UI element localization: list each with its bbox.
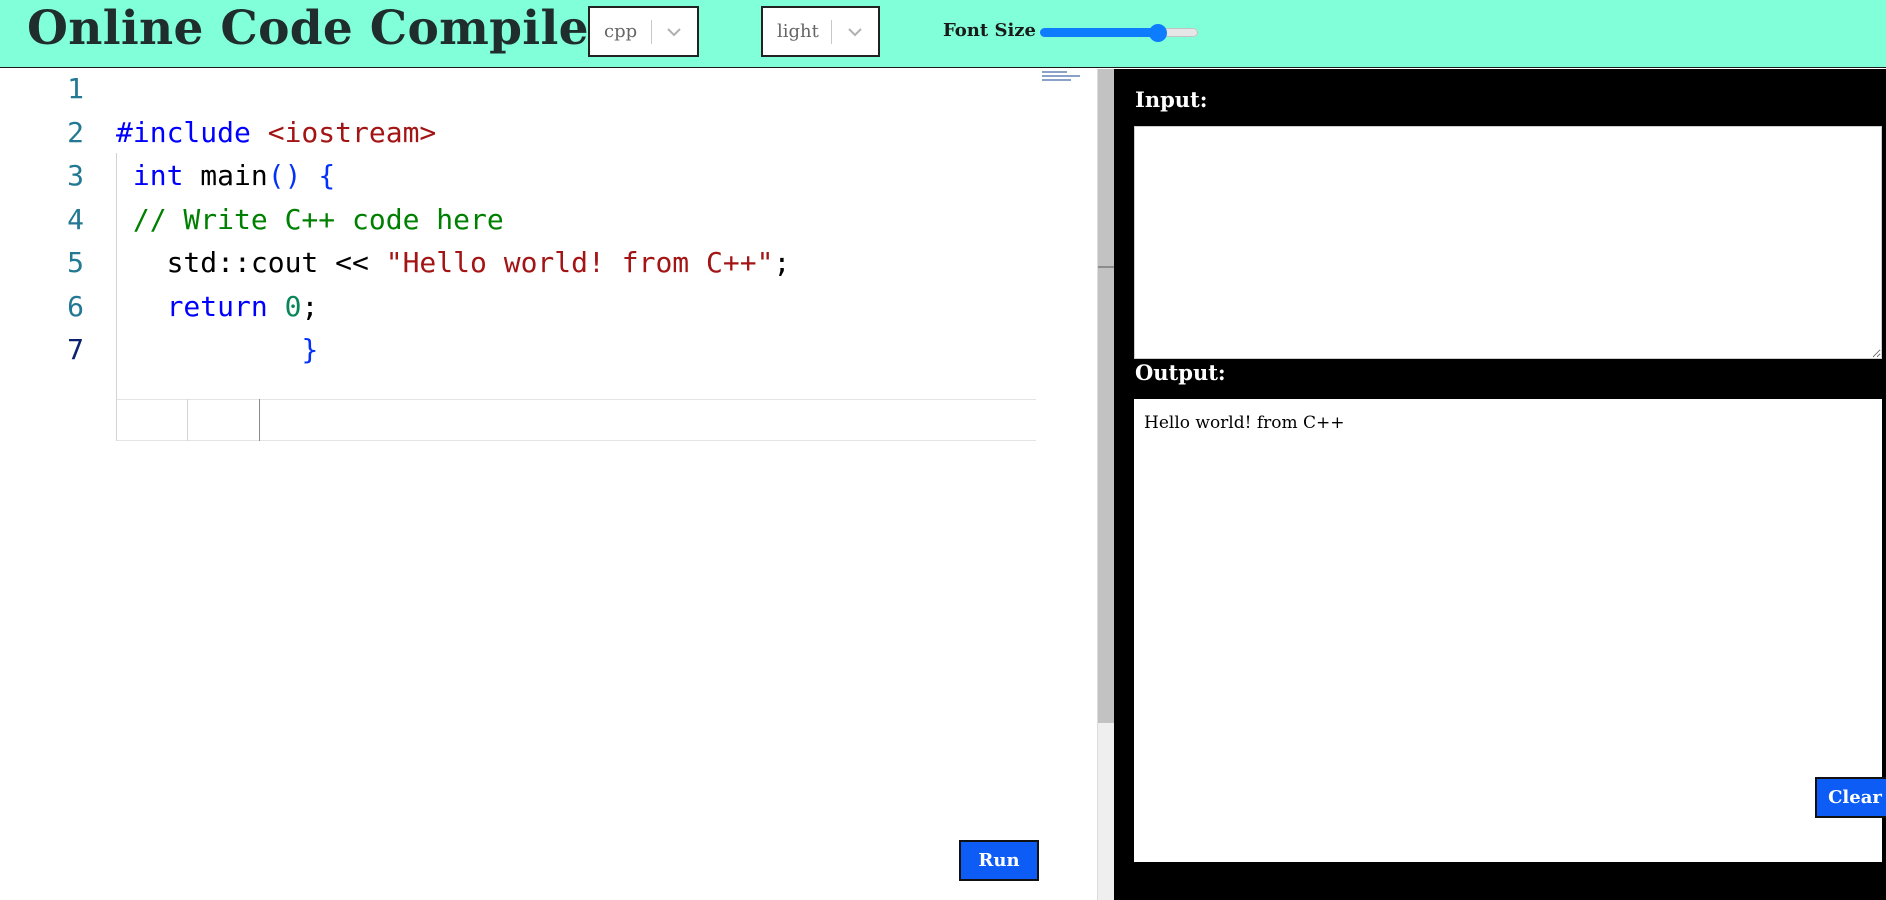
- code-token: }: [301, 333, 319, 366]
- code-line[interactable]: 2 #include <iostream>: [0, 113, 1040, 153]
- code-token: ;: [773, 246, 791, 279]
- output-text: Hello world! from C++: [1144, 413, 1345, 433]
- editor-scrollbar[interactable]: [1097, 69, 1115, 900]
- language-select-value: cpp: [604, 21, 638, 42]
- input-textarea[interactable]: [1134, 126, 1882, 359]
- code-token: // Write C++ code here: [116, 202, 504, 236]
- app-header: Online Code Compiler cpp light Font Size: [0, 0, 1886, 68]
- theme-select[interactable]: light: [761, 6, 880, 57]
- indent-guide: [187, 399, 188, 441]
- code-token: (): [267, 159, 302, 192]
- code-token: 0: [284, 289, 302, 323]
- code-line[interactable]: 3 int main() {: [0, 156, 1040, 196]
- code-line[interactable]: 4 // Write C++ code here: [0, 200, 1040, 240]
- line-number: 1: [67, 72, 84, 105]
- current-line-highlight: [116, 399, 1036, 441]
- code-text: #include <iostream>: [116, 113, 436, 153]
- line-number: 6: [67, 289, 84, 323]
- run-button[interactable]: Run: [959, 840, 1039, 881]
- output-label: Output:: [1135, 360, 1226, 385]
- app-title: Online Code Compiler: [27, 1, 614, 56]
- io-panel: Input: Output: Hello world! from C++ Cle…: [1114, 69, 1886, 900]
- code-token: {: [318, 159, 336, 192]
- code-token: #include: [116, 115, 268, 149]
- code-token: <iostream>: [267, 115, 437, 149]
- slider-fill: [1040, 28, 1159, 37]
- clear-button[interactable]: Clear: [1815, 777, 1886, 818]
- output-area: Hello world! from C++ Clear: [1134, 399, 1886, 862]
- code-text: std::cout << "Hello world! from C++";: [116, 243, 791, 283]
- line-number: 5: [67, 246, 84, 279]
- scrollbar-marker: [1098, 266, 1115, 268]
- chevron-down-icon[interactable]: [651, 27, 697, 37]
- code-line[interactable]: 1: [0, 69, 1040, 109]
- code-token: return: [166, 289, 268, 323]
- code-line[interactable]: 5 std::cout << "Hello world! from C++";: [0, 243, 1040, 283]
- code-token: "Hello world! from C++": [385, 246, 774, 279]
- slider-thumb[interactable]: [1149, 24, 1168, 42]
- code-token: ;: [301, 289, 319, 323]
- code-text: // Write C++ code here: [116, 200, 504, 240]
- code-token: std::cout <<: [116, 246, 386, 279]
- indent-guide: [259, 399, 260, 441]
- line-number: 7: [67, 333, 84, 366]
- code-text: int main() {: [116, 156, 335, 196]
- font-size-slider[interactable]: [1040, 24, 1198, 42]
- scrollbar-thumb[interactable]: [1098, 69, 1115, 723]
- input-label: Input:: [1135, 87, 1208, 112]
- code-token: main: [183, 159, 268, 192]
- chevron-down-icon[interactable]: [832, 27, 878, 37]
- code-token: int: [132, 159, 184, 192]
- code-text: }: [116, 330, 318, 370]
- editor-minimap[interactable]: [1042, 69, 1084, 83]
- font-size-label: Font Size: [943, 20, 1036, 41]
- line-number: 2: [67, 115, 84, 149]
- code-line[interactable]: 6 return 0;: [0, 287, 1040, 327]
- theme-select-value: light: [777, 21, 819, 42]
- code-text: return 0;: [116, 287, 319, 327]
- language-select[interactable]: cpp: [588, 6, 699, 57]
- line-number: 4: [67, 202, 84, 236]
- code-line[interactable]: 7 }: [0, 330, 1040, 370]
- line-number: 3: [67, 159, 84, 192]
- code-editor[interactable]: Run 1 2 #include <iostream> 3 int main() {4…: [0, 69, 1097, 900]
